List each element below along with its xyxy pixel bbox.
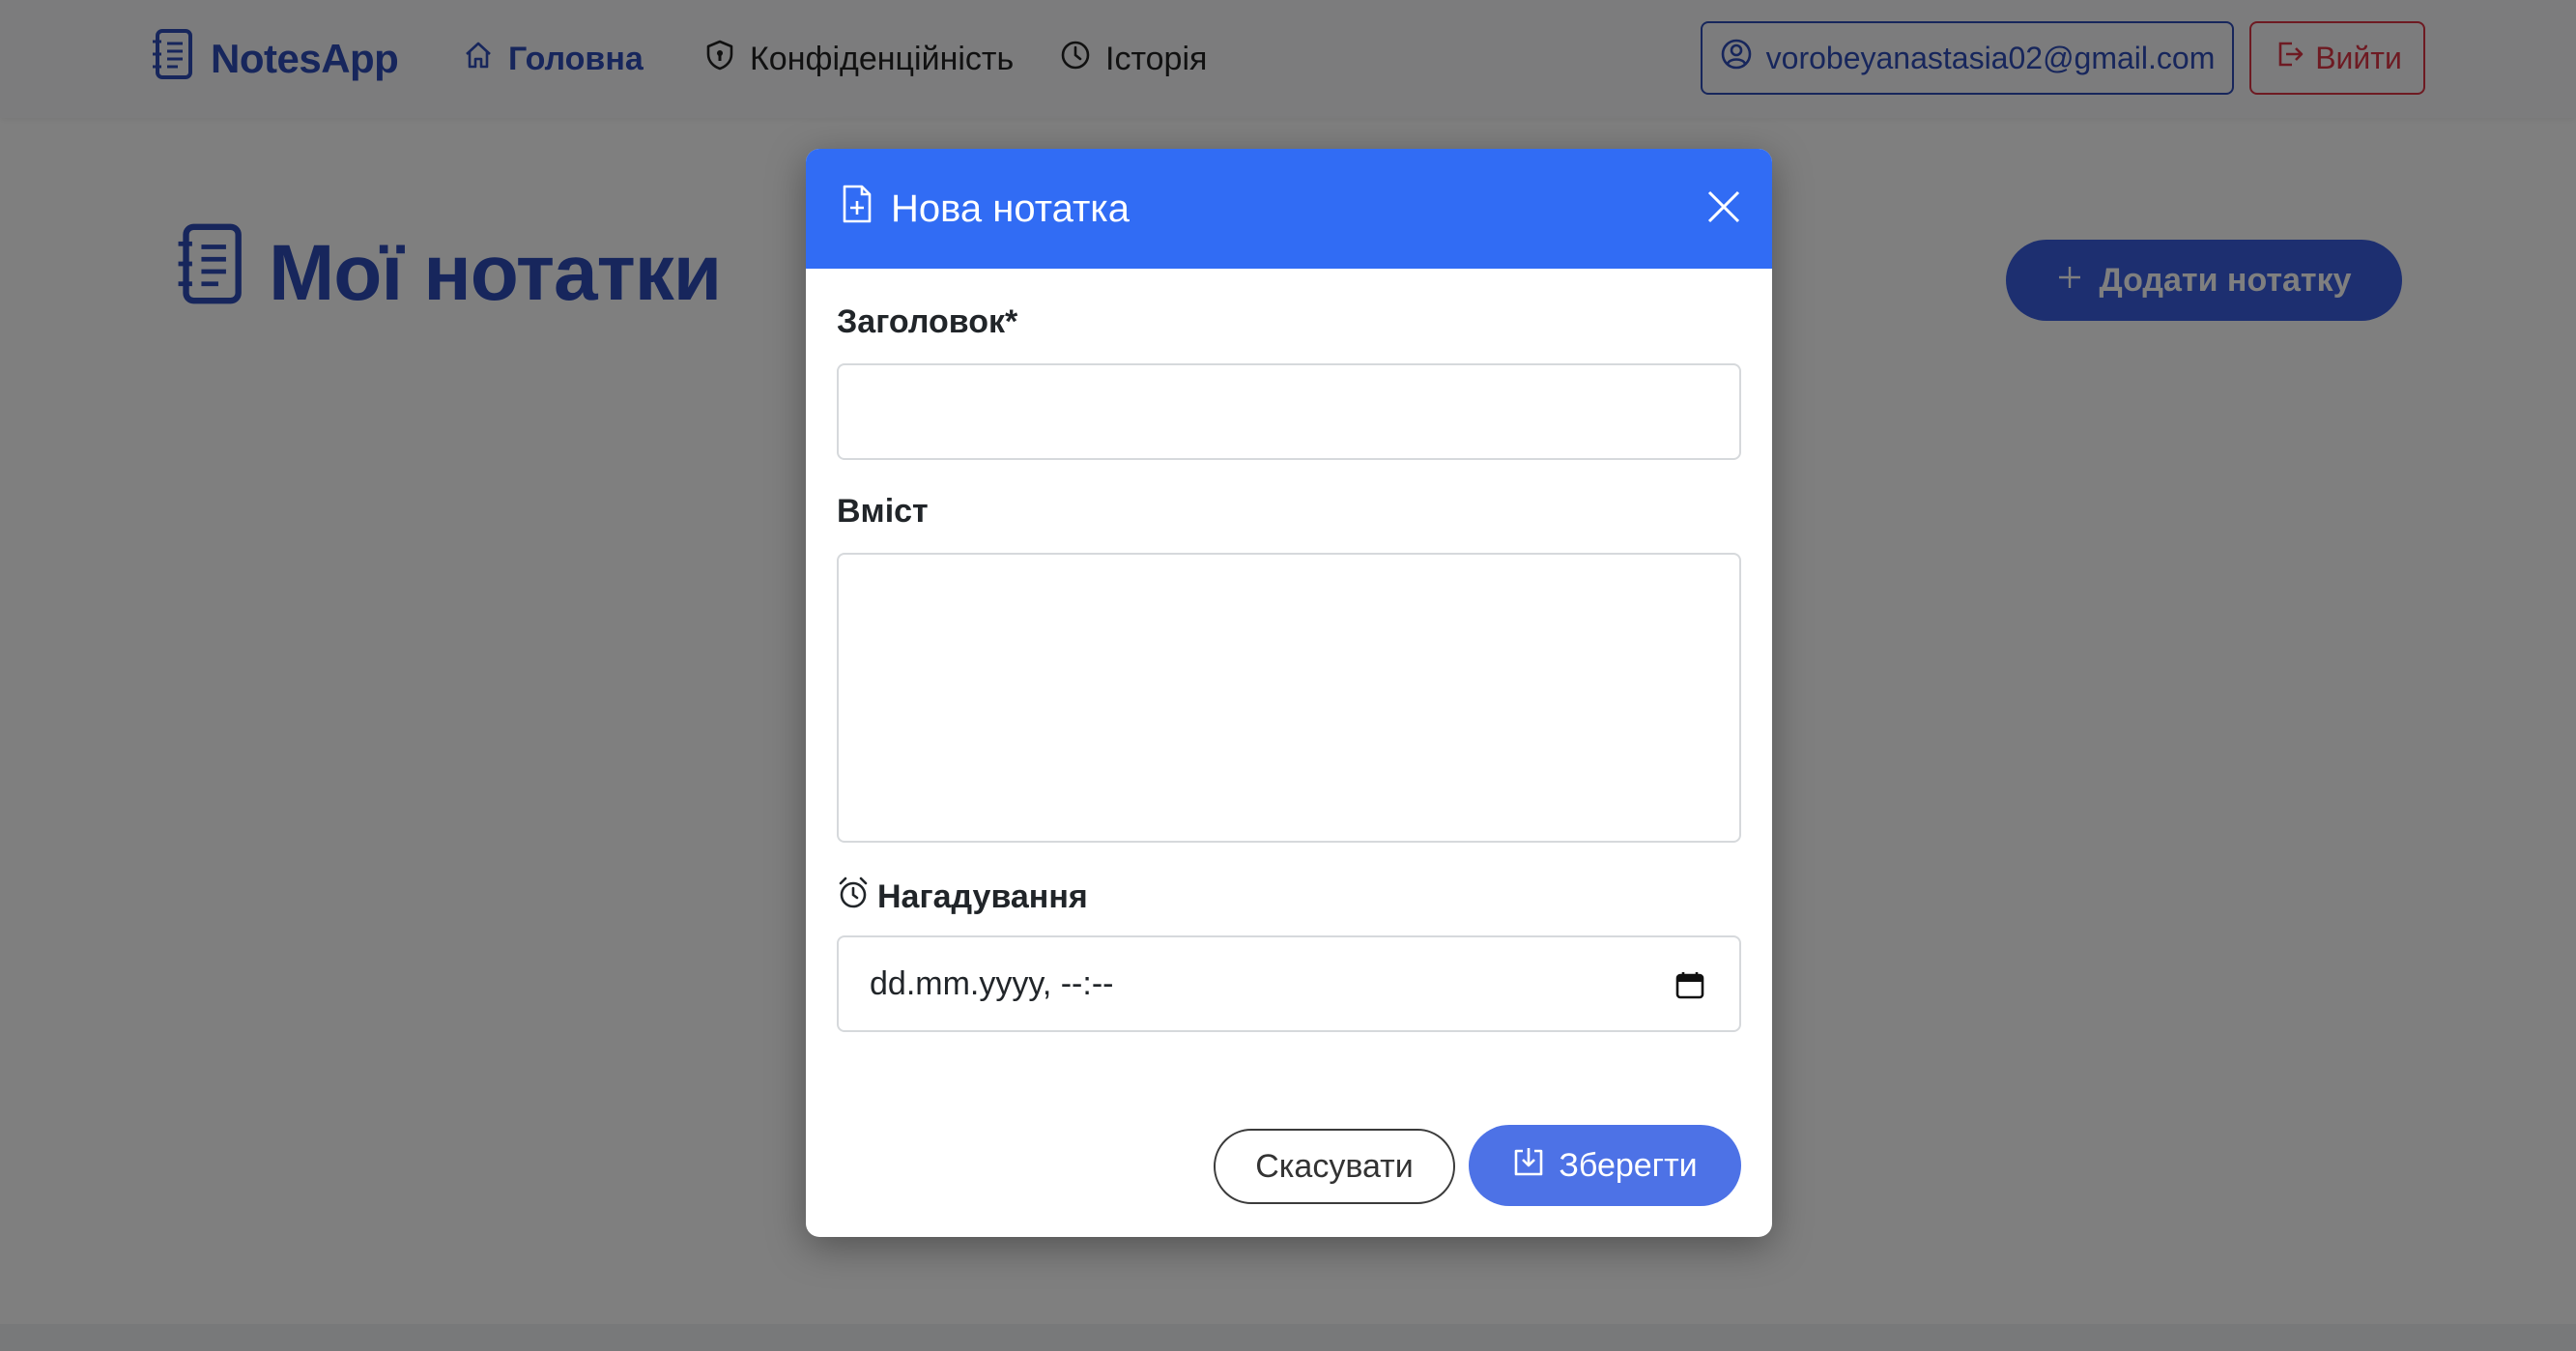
title-input[interactable] (837, 363, 1741, 460)
modal-title: Нова нотатка (841, 149, 1130, 269)
save-button-label: Зберегти (1559, 1146, 1698, 1184)
title-label-text: Заголовок* (837, 303, 1018, 340)
calendar-icon[interactable] (1675, 970, 1704, 999)
content-label-text: Вміст (837, 493, 929, 530)
new-note-modal: Нова нотатка Заголовок* Вміст Нагадуванн… (806, 149, 1772, 1237)
file-plus-icon (841, 184, 873, 234)
alarm-clock-icon (837, 876, 870, 919)
reminder-datetime-input[interactable]: dd.mm.yyyy, --:-- (837, 935, 1741, 1032)
content-textarea[interactable] (837, 553, 1741, 843)
content-field-label: Вміст (837, 493, 929, 531)
title-field-label: Заголовок* (837, 303, 1017, 341)
reminder-input-value: dd.mm.yyyy, --:-- (870, 964, 1114, 1002)
save-download-icon (1512, 1145, 1545, 1187)
cancel-button[interactable]: Скасувати (1214, 1129, 1455, 1204)
close-modal-button[interactable] (1697, 182, 1751, 236)
modal-header: Нова нотатка (806, 149, 1772, 269)
save-button[interactable]: Зберегти (1469, 1125, 1741, 1206)
cancel-button-label: Скасувати (1255, 1147, 1414, 1185)
close-icon (1706, 189, 1741, 229)
reminder-label-text: Нагадування (877, 878, 1088, 915)
reminder-field-label: Нагадування (837, 876, 1088, 919)
modal-title-text: Нова нотатка (891, 187, 1130, 230)
